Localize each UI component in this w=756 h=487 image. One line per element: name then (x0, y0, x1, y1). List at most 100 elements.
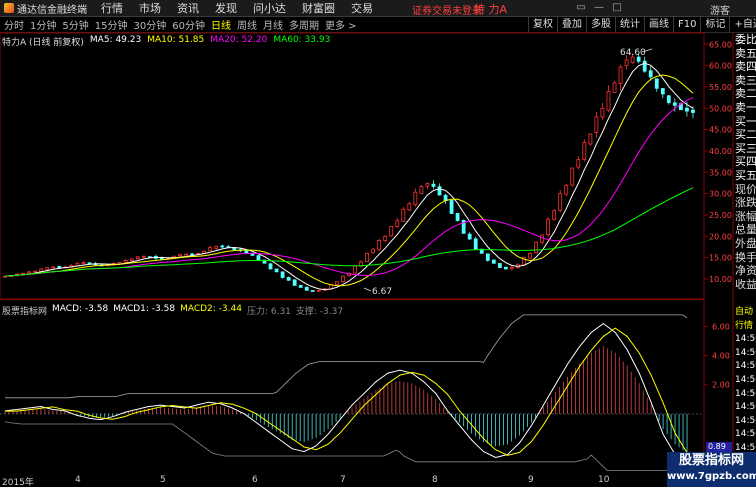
candle-body (624, 59, 629, 66)
macd-source-label: 股票指标网 (2, 307, 48, 317)
date-tick-label: 6 (252, 475, 258, 485)
price-tick-label: 30.00 (709, 190, 732, 199)
candle-body (600, 108, 605, 118)
tick-time-label: 14:50 (735, 388, 756, 399)
quote-field-label: 买二 (735, 128, 756, 142)
candle-body (365, 252, 369, 262)
tick-time-label: 14:50 (735, 374, 756, 385)
quote-field-label: 买三 (735, 141, 756, 155)
candle-body (672, 102, 677, 106)
candle-body (244, 250, 249, 254)
macd-bars (4, 346, 688, 454)
tick-time-label: 14:50 (735, 402, 756, 413)
ma-line (4, 62, 694, 291)
macd-tick-label: 6.00 (712, 323, 730, 332)
candle-body (449, 200, 454, 214)
candle-body (377, 240, 382, 250)
candle-body (184, 253, 188, 256)
macd-axis: 6.00 4.00 2.00 (704, 323, 730, 390)
candle-body (383, 235, 388, 241)
quote-field-label: 总量 (735, 223, 756, 237)
candle-body (654, 78, 659, 89)
chart-canvas[interactable]: 64.60 6.67 65.00 60.00 55.00 50.00 45.00 40.0… (0, 0, 756, 487)
pressure-value: 压力: 6.31 (246, 307, 291, 317)
watermark-title: 股票指标网 (678, 453, 744, 468)
candle-body (606, 90, 611, 111)
candle-body (473, 238, 478, 250)
candle-body (123, 260, 128, 263)
ma-lines (4, 62, 694, 291)
macd-line (4, 421, 687, 471)
candle-body (298, 285, 303, 288)
candle-body (691, 109, 695, 113)
candle-body (491, 259, 496, 264)
candle-body (316, 289, 321, 292)
candle-body (304, 286, 309, 291)
price-tick-label: 10.00 (709, 275, 732, 284)
macd-value: MACD: -3.58 (52, 304, 109, 314)
candle-body (286, 277, 291, 281)
candle-body (431, 183, 436, 187)
candle-body (395, 220, 400, 227)
candle-body (612, 82, 617, 93)
macd2-value: MACD2: -3.44 (180, 304, 242, 314)
candle-body (268, 263, 273, 270)
candle-body (178, 254, 182, 257)
quote-panel: 委比 卖五 卖四 卖三 卖二 卖一 买一 买二 买三 买四 买五 现价 涨跌 涨幅 总量 外盘 换手 净资 收益 (735, 33, 756, 305)
quote-field-label: 委比 (735, 33, 756, 46)
quote-field-label: 卖二 (735, 87, 756, 101)
candle-body (310, 290, 315, 292)
candle-body (129, 258, 134, 261)
candle-body (576, 159, 581, 168)
candlesticks (3, 53, 695, 292)
candle-body (534, 241, 538, 254)
candle-body (232, 247, 237, 251)
candle-body (594, 116, 599, 133)
date-tick-label: 9 (528, 475, 534, 485)
candle-body (570, 167, 575, 186)
quote-field-label: 现价 (735, 182, 756, 196)
candle-body (419, 186, 424, 194)
price-tick-label: 25.00 (709, 211, 732, 220)
macd-tick-label: 4.00 (712, 352, 730, 361)
ma-line (4, 97, 694, 277)
candle-body (588, 133, 593, 145)
candle-body (81, 262, 86, 265)
quote-field-label: 卖四 (735, 60, 756, 74)
candle-body (208, 247, 213, 252)
candle-body (497, 263, 502, 268)
tick-time-label: 14:50 (735, 415, 756, 426)
candle-body (51, 266, 56, 269)
candle-body (341, 275, 345, 283)
tick-time-label: 14:50 (735, 429, 756, 440)
date-tick-label: 4 (75, 475, 81, 485)
low-price-label: 6.67 (372, 287, 392, 297)
macd-tick-label: 2.00 (712, 381, 730, 390)
candle-body (353, 265, 357, 274)
date-tick-label: 2015年 (2, 478, 34, 487)
price-tick-label: 20.00 (709, 232, 732, 241)
candle-body (642, 60, 647, 72)
ma-line (4, 187, 694, 277)
candle-body (552, 210, 557, 221)
tick-time-label: 14:50 (735, 361, 756, 372)
price-tick-label: 15.00 (709, 254, 732, 263)
date-tick-label: 7 (340, 475, 346, 485)
candle-body (401, 208, 406, 222)
macd-legend: 股票指标网 MACD: -3.58 MACD1: -3.58 MACD2: -3… (2, 304, 348, 317)
candle-body (256, 255, 261, 261)
candle-body (582, 142, 587, 160)
price-tick-label: 35.00 (709, 168, 732, 177)
candle-body (220, 245, 225, 248)
price-tick-label: 65.00 (709, 40, 732, 49)
watermark: 股票指标网 www.7gpzb.com (667, 452, 756, 487)
date-tick-label: 8 (432, 475, 438, 485)
candle-body (335, 281, 339, 285)
candle-body (618, 66, 623, 84)
candle-body (558, 193, 563, 211)
candle-body (214, 245, 219, 249)
price-axis: 65.00 60.00 55.00 50.00 45.00 40.00 35.00 30.00… (704, 40, 732, 284)
price-tick-label: 40.00 (709, 147, 732, 156)
pane-divider[interactable] (0, 299, 704, 300)
candle-body (33, 270, 38, 273)
